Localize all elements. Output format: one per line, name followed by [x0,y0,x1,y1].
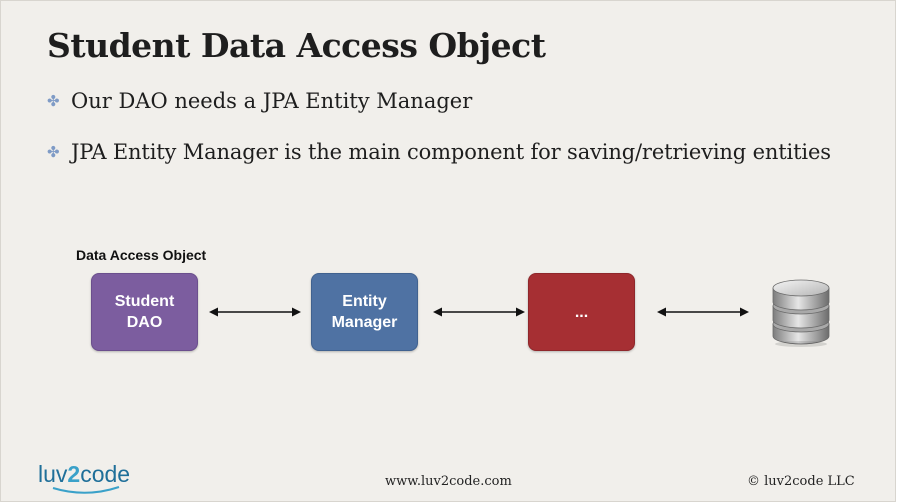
box-label-line: Student [114,293,175,310]
bullet-item: ✤ Our DAO needs a JPA Entity Manager [47,89,472,113]
bullet-flower-icon: ✤ [47,92,60,110]
box-label-line: Manager [331,314,398,331]
database-icon [772,279,830,347]
bidirectional-arrow-icon [433,307,525,317]
bullet-item: ✤ JPA Entity Manager is the main componen… [47,140,831,164]
box-label-line: Entity [342,293,387,310]
logo-text-code: code [80,461,131,487]
slide: Student Data Access Object ✤ Our DAO need… [0,0,896,502]
logo-text-2: 2 [67,461,81,487]
bullet-text: JPA Entity Manager is the main component… [71,140,831,164]
footer-copyright: © luv2code LLC [747,474,855,489]
bullet-text: Our DAO needs a JPA Entity Manager [71,89,473,113]
other-layer-box: ... [528,273,635,351]
logo-swoosh-icon [52,486,120,494]
luv2code-logo: luv2code [38,461,130,488]
bullet-flower-icon: ✤ [47,143,60,161]
entity-manager-box: Entity Manager [311,273,418,351]
bidirectional-arrow-icon [209,307,301,317]
dao-group-label: Data Access Object [76,247,207,263]
box-label-line: DAO [126,314,163,331]
logo-text-luv: luv [38,461,68,487]
footer-url: www.luv2code.com [385,474,512,489]
slide-title: Student Data Access Object [47,26,546,65]
bidirectional-arrow-icon [657,307,749,317]
box-label-line: ... [574,303,589,321]
student-dao-box: Student DAO [91,273,198,351]
